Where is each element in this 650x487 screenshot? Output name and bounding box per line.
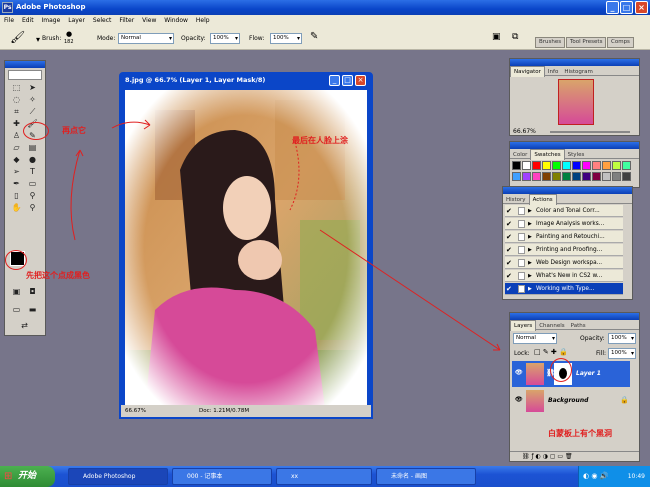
- task-photoshop[interactable]: Adobe Photoshop: [68, 468, 168, 485]
- system-tray: ◐ ◉ 🔊 10:49: [578, 466, 650, 487]
- annotation-click-it: 再点它: [62, 126, 86, 135]
- annotation-arrows: [70, 119, 501, 351]
- taskbar: 开始 ⊞ Adobe Photoshop 000 - 记事本 xx 未命名 - …: [0, 466, 650, 487]
- start-label: 开始: [18, 471, 37, 481]
- windows-logo-icon: ⊞: [4, 471, 13, 482]
- task-paint[interactable]: 未命名 - 画图: [376, 468, 476, 485]
- annotation-paint-face: 最后在人脸上涂: [292, 136, 348, 145]
- tray-icons[interactable]: ◐ ◉ 🔊: [583, 466, 608, 487]
- task-notepad[interactable]: 000 - 记事本: [172, 468, 272, 485]
- annotation-set-black: 先把这个点成黑色: [26, 271, 90, 280]
- task-xx[interactable]: xx: [276, 468, 372, 485]
- clock[interactable]: 10:49: [628, 473, 645, 480]
- annotation-black-hole: 白蒙板上有个黑洞: [548, 429, 612, 438]
